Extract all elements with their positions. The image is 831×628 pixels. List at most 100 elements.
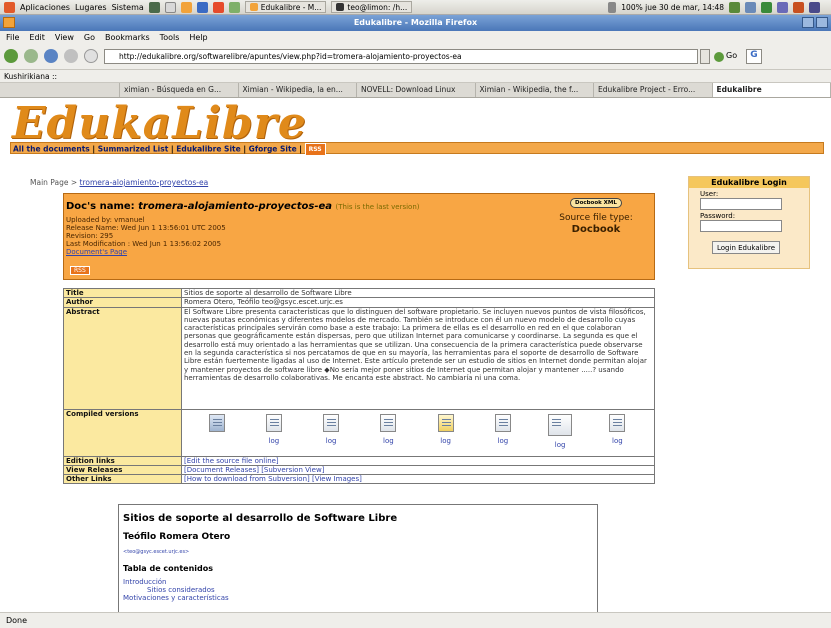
doc-rss-badge[interactable]: RSS <box>70 266 90 275</box>
last-version-note: (This is the last version) <box>335 203 420 211</box>
nav-edukalibre-site[interactable]: Edukalibre Site <box>176 145 240 154</box>
menu-file[interactable]: File <box>6 33 19 42</box>
edit-source-link[interactable]: [Edit the source file online] <box>184 457 279 465</box>
rtf-format-icon[interactable] <box>380 413 397 432</box>
menu-help[interactable]: Help <box>189 33 207 42</box>
subversion-download-link[interactable]: [How to download from Subversion] <box>184 475 310 483</box>
panel-applications-menu[interactable]: Aplicaciones <box>20 3 70 12</box>
toc-item[interactable]: Sitios considerados <box>123 586 593 594</box>
maximize-icon[interactable] <box>816 17 828 28</box>
panel-clock[interactable]: 100% jue 30 de mar, 14:48 <box>621 3 724 12</box>
workspace-switcher-1[interactable] <box>761 1 772 13</box>
status-text: Done <box>6 616 28 625</box>
url-dropdown-icon[interactable] <box>700 49 710 64</box>
tab-ximian-wikipedia-es[interactable]: Ximian - Wikipedia, la en... <box>239 83 357 97</box>
nav-all-documents[interactable]: All the documents <box>13 145 90 154</box>
login-box: Edukalibre Login User: Password: Login E… <box>688 176 810 269</box>
bookmark-kushirikiana[interactable]: Kushirikiana :: <box>4 72 57 81</box>
page-content: EdukaLibre All the documents | Summarize… <box>0 98 831 612</box>
workspace-icon[interactable] <box>745 1 756 13</box>
subversion-view-link[interactable]: [Subversion View] <box>261 466 324 474</box>
tab-edukalibre[interactable]: Edukalibre <box>712 83 831 97</box>
html-format-icon[interactable] <box>208 413 225 432</box>
plain-format-icon[interactable] <box>609 413 626 432</box>
log-link[interactable]: log <box>326 437 337 445</box>
log-link[interactable]: log <box>612 437 623 445</box>
nav-gforge-site[interactable]: Gforge Site <box>249 145 297 154</box>
window-menu-icon[interactable] <box>3 17 15 28</box>
archive-format-icon[interactable] <box>548 413 573 436</box>
menu-bookmarks[interactable]: Bookmarks <box>105 33 150 42</box>
source-file-type: Source file type: Docbook <box>559 213 633 235</box>
workspace-switcher-3[interactable] <box>793 1 804 13</box>
pdf-format-icon[interactable] <box>265 413 282 432</box>
home-launcher-icon[interactable] <box>164 1 176 13</box>
rss-badge[interactable]: RSS <box>304 143 326 156</box>
user-input[interactable] <box>700 198 782 210</box>
terminal-launcher-icon[interactable] <box>148 1 160 13</box>
gnome-foot-icon[interactable] <box>4 1 15 13</box>
table-row: Title Sitios de soporte al desarrollo de… <box>63 287 655 299</box>
network-icon <box>729 1 740 13</box>
stop-icon[interactable] <box>64 49 78 63</box>
document-page-link[interactable]: Document's Page <box>66 248 127 256</box>
password-input[interactable] <box>700 220 782 232</box>
go-button[interactable]: Go <box>726 51 737 60</box>
home-icon[interactable] <box>84 49 98 63</box>
show-desktop-icon[interactable] <box>809 1 820 13</box>
row-label-releases: View Releases <box>63 464 182 476</box>
revision: Revision: 295 <box>66 232 114 240</box>
row-value-title: Sitios de soporte al desarrollo de Softw… <box>181 287 655 299</box>
workspace-switcher-2[interactable] <box>777 1 788 13</box>
back-icon[interactable] <box>4 49 18 63</box>
tab-ximian-busqueda[interactable]: ximian - Búsqueda en G... <box>120 83 239 97</box>
gimp-launcher-icon[interactable] <box>228 1 240 13</box>
log-link[interactable]: log <box>440 437 451 445</box>
compiled-version-item: log <box>592 413 642 456</box>
office-launcher-icon[interactable] <box>212 1 224 13</box>
compiled-version-item: log <box>421 413 471 456</box>
tab-edukalibre-error[interactable]: Edukalibre Project - Erro... <box>594 83 713 97</box>
nav-summarized-list[interactable]: Summarized List <box>98 145 169 154</box>
taskbar-window-terminal[interactable]: teo@limon: /h... <box>331 1 413 13</box>
document-releases-link[interactable]: [Document Releases] <box>184 466 259 474</box>
toc-item[interactable]: Introducción <box>123 578 593 586</box>
window-title: Edukalibre - Mozilla Firefox <box>353 18 478 27</box>
slides-format-icon[interactable] <box>437 413 454 432</box>
document-preview: Sitios de soporte al desarrollo de Softw… <box>118 504 598 612</box>
uploaded-by: Uploaded by: vmanuel <box>66 216 145 224</box>
minimize-icon[interactable] <box>802 17 814 28</box>
tab-novell-download[interactable]: NOVELL: Download Linux <box>357 83 476 97</box>
reload-icon[interactable] <box>44 49 58 63</box>
toc-item[interactable]: Motivaciones y características <box>123 594 593 602</box>
log-link[interactable]: log <box>269 437 280 445</box>
login-button[interactable]: Login Edukalibre <box>712 241 780 254</box>
menu-edit[interactable]: Edit <box>29 33 45 42</box>
text-format-icon[interactable] <box>494 413 511 432</box>
preview-toc-title: Tabla de contenidos <box>123 564 214 573</box>
breadcrumb-current[interactable]: tromera-alojamiento-proyectos-ea <box>80 178 209 187</box>
doc-meta: Uploaded by: vmanuel Release Name: Wed J… <box>66 216 226 256</box>
preview-email[interactable]: <teo@gsyc.escet.urjc.es> <box>123 549 593 555</box>
log-link[interactable]: log <box>383 437 394 445</box>
docbook-xml-badge[interactable]: Docbook XML <box>570 198 622 208</box>
log-link[interactable]: log <box>498 437 509 445</box>
ps-format-icon[interactable] <box>323 413 340 432</box>
panel-system-menu[interactable]: Sistema <box>112 3 144 12</box>
taskbar-window-firefox[interactable]: Edukalibre - M... <box>244 1 327 13</box>
view-images-link[interactable]: [View Images] <box>312 475 362 483</box>
log-link[interactable]: log <box>555 441 566 449</box>
email-launcher-icon[interactable] <box>196 1 208 13</box>
menu-tools[interactable]: Tools <box>160 33 180 42</box>
window-titlebar[interactable]: Edukalibre - Mozilla Firefox <box>0 15 831 31</box>
volume-icon[interactable] <box>608 1 617 13</box>
forward-icon[interactable] <box>24 49 38 63</box>
firefox-launcher-icon[interactable] <box>180 1 192 13</box>
google-search-icon[interactable]: G <box>746 49 762 64</box>
url-input[interactable]: http://edukalibre.org/softwarelibre/apun… <box>104 49 698 64</box>
menu-view[interactable]: View <box>55 33 74 42</box>
tab-ximian-wikipedia-en[interactable]: Ximian - Wikipedia, the f... <box>476 83 594 97</box>
menu-go[interactable]: Go <box>84 33 95 42</box>
panel-places-menu[interactable]: Lugares <box>75 3 107 12</box>
breadcrumb-home[interactable]: Main Page <box>30 178 68 187</box>
